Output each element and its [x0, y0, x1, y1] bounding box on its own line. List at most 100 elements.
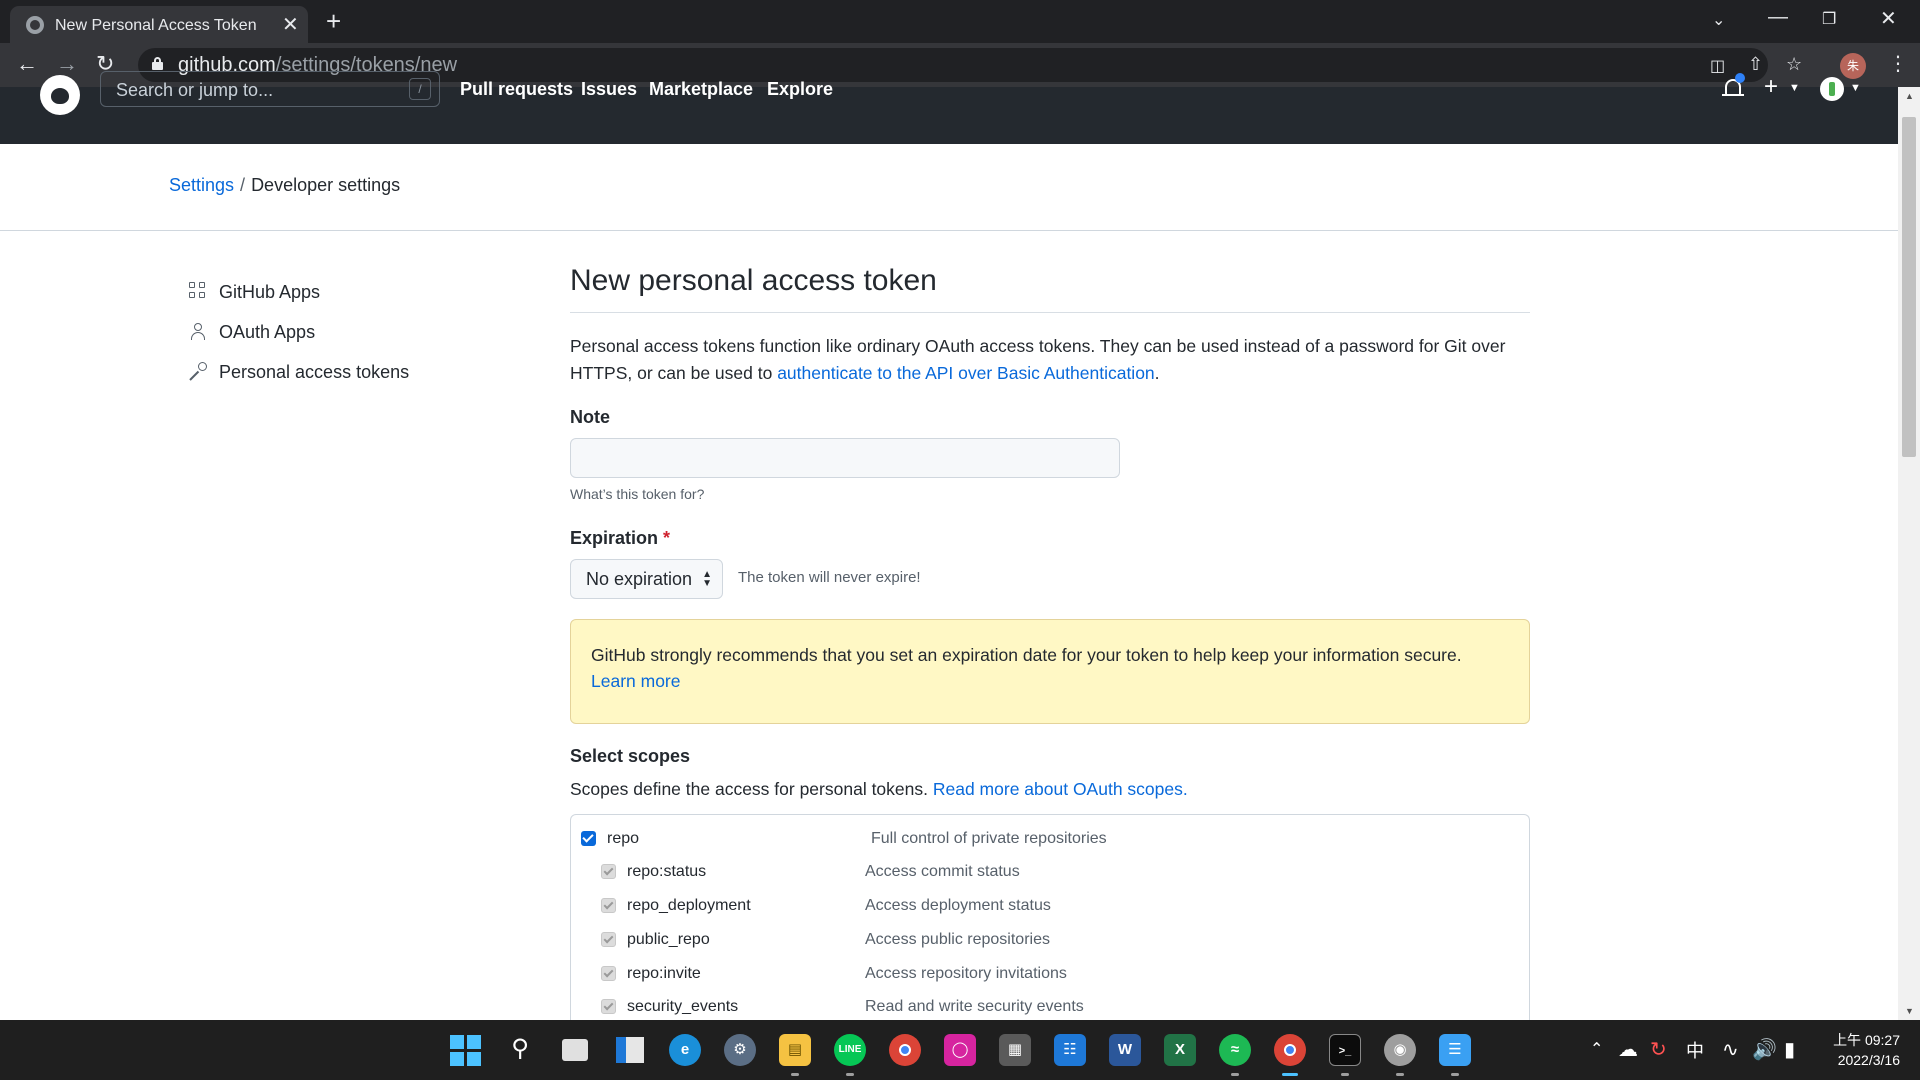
- restore-icon[interactable]: ❐: [1822, 9, 1836, 29]
- expiration-select[interactable]: No expiration ▲ ▼: [570, 559, 723, 599]
- nav-issues[interactable]: Issues: [581, 79, 637, 100]
- clock-date: 2022/3/16: [1837, 1052, 1900, 1068]
- scope-checkbox-repo-deployment[interactable]: [601, 898, 616, 913]
- instagram-icon[interactable]: ◯: [944, 1034, 976, 1066]
- task-view-icon[interactable]: [559, 1034, 591, 1066]
- terminal-icon[interactable]: >_: [1329, 1034, 1361, 1066]
- widgets-icon[interactable]: [614, 1034, 646, 1066]
- nav-marketplace[interactable]: Marketplace: [649, 79, 753, 100]
- onedrive-cloud-icon[interactable]: ☁: [1618, 1037, 1638, 1062]
- tab-search-chevron-icon[interactable]: ⌄: [1712, 10, 1725, 30]
- scope-checkbox-repo-invite[interactable]: [601, 966, 616, 981]
- scope-checkbox-repo[interactable]: [581, 831, 596, 846]
- excel-icon[interactable]: X: [1164, 1034, 1196, 1066]
- search-placeholder: Search or jump to...: [116, 80, 274, 100]
- scopes-description: Scopes define the access for personal to…: [570, 779, 1188, 799]
- sidebar-item-personal-access-tokens[interactable]: Personal access tokens: [189, 358, 449, 398]
- browser-tab-strip: New Personal Access Token ✕ + ⌄ — ❐ ✕: [0, 0, 1920, 43]
- nav-pull-requests[interactable]: Pull requests: [460, 79, 573, 100]
- sidebar-item-label: GitHub Apps: [219, 282, 321, 302]
- sync-icon[interactable]: ↻: [1650, 1037, 1667, 1062]
- notifications-bell-icon[interactable]: [1722, 73, 1745, 101]
- close-tab-icon[interactable]: ✕: [282, 12, 299, 37]
- battery-icon[interactable]: ▮: [1784, 1037, 1795, 1062]
- window-close-icon[interactable]: ✕: [1880, 6, 1897, 31]
- oauth-scopes-link[interactable]: Read more about OAuth scopes.: [933, 779, 1188, 799]
- expiration-row: No expiration ▲ ▼ The token will never ex…: [570, 559, 1530, 599]
- new-tab-button[interactable]: +: [326, 6, 341, 37]
- breadcrumb-settings-link[interactable]: Settings: [169, 175, 234, 195]
- breadcrumb: Settings / Developer settings: [169, 175, 400, 196]
- ime-indicator[interactable]: 中: [1686, 1037, 1704, 1063]
- chevron-down-icon[interactable]: ▼: [1850, 82, 1861, 94]
- volume-icon[interactable]: 🔊: [1752, 1037, 1777, 1062]
- intro-paragraph: Personal access tokens function like ord…: [570, 336, 1506, 383]
- chrome-icon[interactable]: [889, 1034, 921, 1066]
- scope-name: repo:status: [627, 863, 707, 880]
- search-input[interactable]: Search or jump to... /: [100, 71, 440, 107]
- line-app-icon[interactable]: LINE: [834, 1034, 866, 1066]
- basic-auth-link[interactable]: authenticate to the API over Basic Authe…: [777, 363, 1154, 383]
- required-marker: *: [663, 528, 671, 548]
- scroll-up-arrow-icon[interactable]: ▲: [1905, 91, 1914, 101]
- browser-tab[interactable]: New Personal Access Token ✕: [10, 6, 308, 43]
- minimize-icon[interactable]: —: [1768, 6, 1788, 29]
- apps-icon: [189, 282, 207, 300]
- tray-chevron-up-icon[interactable]: ⌃: [1590, 1039, 1603, 1059]
- sidebar-item-github-apps[interactable]: GitHub Apps: [189, 278, 449, 318]
- spotify-icon[interactable]: ≈: [1219, 1034, 1251, 1066]
- scope-desc: Access commit status: [865, 863, 1020, 880]
- app-globe-icon[interactable]: ◉: [1384, 1034, 1416, 1066]
- running-indicator: [1341, 1073, 1349, 1076]
- learn-more-link[interactable]: Learn more: [591, 671, 681, 691]
- nav-explore[interactable]: Explore: [767, 79, 833, 100]
- scope-name: repo: [607, 830, 640, 847]
- note-input[interactable]: [570, 438, 1120, 478]
- scope-desc: Access deployment status: [865, 897, 1051, 914]
- system-clock[interactable]: 上午 09:27 2022/3/16: [1822, 1030, 1900, 1070]
- user-avatar[interactable]: [1820, 77, 1844, 101]
- word-icon[interactable]: W: [1109, 1034, 1141, 1066]
- scope-row-repo-status: repo:status Access commit status: [601, 860, 1541, 890]
- scope-name: repo:invite: [627, 965, 701, 982]
- scope-desc: Access repository invitations: [865, 965, 1067, 982]
- edge-browser-icon[interactable]: e: [669, 1034, 701, 1066]
- chevron-down-icon[interactable]: ▼: [1789, 82, 1800, 94]
- file-explorer-icon[interactable]: ▤: [779, 1034, 811, 1066]
- expiration-warning-flash: GitHub strongly recommends that you set …: [570, 619, 1530, 724]
- note-hint: What’s this token for?: [570, 486, 705, 502]
- scope-desc: Read and write security events: [865, 998, 1084, 1015]
- sidebar-item-label: Personal access tokens: [219, 362, 410, 382]
- scope-checkbox-security-events[interactable]: [601, 999, 616, 1014]
- breadcrumb-current: Developer settings: [251, 175, 401, 195]
- settings-gear-icon[interactable]: ⚙: [724, 1034, 756, 1066]
- scope-checkbox-repo-status[interactable]: [601, 864, 616, 879]
- scope-desc: Access public repositories: [865, 931, 1050, 948]
- scope-desc: Full control of private repositories: [871, 830, 1107, 847]
- settings-subhead: Settings / Developer settings: [0, 144, 1898, 231]
- scopes-title: Select scopes: [570, 746, 691, 766]
- scrollbar-thumb[interactable]: [1902, 117, 1916, 457]
- wifi-icon[interactable]: ∿: [1722, 1037, 1739, 1062]
- flash-text: GitHub strongly recommends that you set …: [591, 645, 1462, 665]
- sidebar-item-oauth-apps[interactable]: OAuth Apps: [189, 318, 449, 358]
- calculator-icon[interactable]: ▦: [999, 1034, 1031, 1066]
- github-favicon-icon: [26, 16, 44, 34]
- calendar-icon[interactable]: ☷: [1054, 1034, 1086, 1066]
- scope-row-repo-invite: repo:invite Access repository invitation…: [601, 962, 1541, 992]
- page-title: New personal access token: [570, 264, 1530, 313]
- page-scrollbar[interactable]: ▲ ▼: [1898, 87, 1920, 1020]
- lock-icon: [152, 57, 163, 70]
- chrome-profile-icon[interactable]: [1274, 1034, 1306, 1066]
- github-logo-icon[interactable]: [40, 75, 80, 115]
- start-button[interactable]: [449, 1034, 481, 1066]
- github-header: Search or jump to... / Pull requests Iss…: [0, 71, 1898, 144]
- search-icon[interactable]: ⚲: [504, 1034, 536, 1066]
- running-indicator: [1231, 1073, 1239, 1076]
- scroll-down-arrow-icon[interactable]: ▼: [1905, 1006, 1914, 1016]
- unread-dot: [1735, 73, 1745, 83]
- notepad-icon[interactable]: ☰: [1439, 1034, 1471, 1066]
- create-new-plus-icon[interactable]: +: [1764, 73, 1778, 101]
- scope-checkbox-public-repo[interactable]: [601, 932, 616, 947]
- running-indicator: [1451, 1073, 1459, 1076]
